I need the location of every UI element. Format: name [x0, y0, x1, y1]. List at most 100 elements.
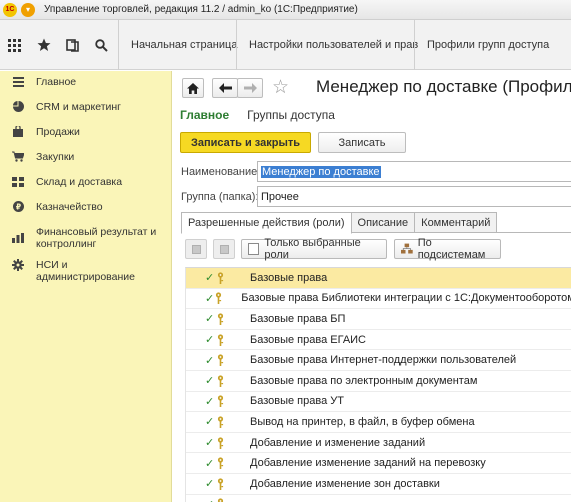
cart-icon: [11, 150, 25, 163]
list-item[interactable]: ✓ Базовые права: [186, 268, 571, 289]
sidebar-item-admin[interactable]: НСИ и администрирование: [0, 254, 171, 287]
list-item[interactable]: ✓ Базовые права по электронным документа…: [186, 371, 571, 392]
check-all-button[interactable]: [185, 239, 207, 259]
search-icon[interactable]: [87, 20, 116, 70]
save-and-close-button[interactable]: Записать и закрыть: [180, 132, 311, 153]
tab-access-groups[interactable]: Группы доступа: [247, 108, 335, 122]
key-icon: [217, 498, 231, 502]
list-item[interactable]: ✓ Базовые права УТ: [186, 392, 571, 413]
key-icon: [217, 375, 231, 387]
form-title: Менеджер по доставке (Профиль гр: [316, 77, 571, 96]
check-icon[interactable]: ✓: [205, 415, 216, 428]
pie-chart-icon: [11, 100, 25, 113]
tab-description[interactable]: Описание: [351, 212, 416, 233]
sidebar-item-label: Финансовый результат и контроллинг: [36, 226, 157, 250]
group-field[interactable]: Прочее: [257, 186, 571, 207]
save-button[interactable]: Записать: [318, 132, 406, 153]
tab-main[interactable]: Главное: [180, 108, 229, 122]
nav-controls: ☆: [182, 78, 289, 98]
list-item[interactable]: ✓ Добавление изменение зон доставки: [186, 474, 571, 495]
sidebar-item-label: Казначейство: [36, 201, 103, 213]
role-name: Базовые права УТ: [250, 395, 344, 408]
list-item[interactable]: ✓ Добавление и изменение заданий: [186, 433, 571, 454]
list-item[interactable]: ✓ Базовые права ЕГАИС: [186, 330, 571, 351]
sidebar-item-purchases[interactable]: Закупки: [0, 146, 171, 171]
sidebar-item-sales[interactable]: Продажи: [0, 121, 171, 146]
title-bar: 1С ▾ Управление торговлей, редакция 11.2…: [0, 0, 571, 20]
role-name: Базовые права Библиотеки интеграции с 1С…: [241, 292, 571, 305]
roles-toolbar: Только выбранные роли По подсистемам: [185, 237, 501, 261]
coin-icon: ₽: [11, 200, 25, 213]
page-tabs: Начальная страница Настройки пользовател…: [118, 20, 571, 70]
form-area: ☆ Менеджер по доставке (Профиль гр Главн…: [172, 71, 571, 502]
list-item[interactable]: ✓ Добавление изменение заданий на перево…: [186, 453, 571, 474]
only-selected-roles-label: Только выбранные роли: [264, 237, 361, 261]
uncheck-all-icon: [219, 244, 229, 254]
check-icon[interactable]: ✓: [205, 271, 216, 284]
by-subsystems-button[interactable]: По подсистемам: [394, 237, 501, 261]
only-selected-roles-button[interactable]: Только выбранные роли: [241, 237, 387, 261]
list-item[interactable]: ✓ Базовые права БП: [186, 309, 571, 330]
history-icon[interactable]: [58, 20, 87, 70]
check-icon[interactable]: ✓: [205, 477, 216, 490]
key-icon: [217, 333, 231, 346]
sidebar-item-label: Продажи: [36, 126, 80, 138]
list-item[interactable]: ✓ Базовые права Интернет-поддержки польз…: [186, 350, 571, 371]
forward-button[interactable]: [237, 78, 263, 98]
check-icon[interactable]: ✓: [205, 312, 216, 325]
role-name: Добавление и изменение заданий: [250, 436, 426, 449]
group-row: Группа (папка): Прочее: [181, 186, 571, 207]
tab-allowed-actions[interactable]: Разрешенные действия (роли): [181, 212, 352, 234]
check-icon[interactable]: ✓: [205, 436, 216, 449]
name-label: Наименование:: [181, 165, 261, 178]
check-icon[interactable]: ✓: [205, 354, 216, 367]
tab-access-group-profiles[interactable]: Профили групп доступа: [414, 20, 571, 70]
sidebar-item-treasury[interactable]: ₽ Казначейство: [0, 196, 171, 221]
list-item[interactable]: ✓ Вывод на принтер, в файл, в буфер обме…: [186, 412, 571, 433]
check-icon[interactable]: ✓: [205, 292, 214, 305]
group-label: Группа (папка):: [181, 190, 259, 203]
list-item[interactable]: ✓: [186, 495, 571, 502]
key-icon: [217, 478, 231, 490]
check-icon[interactable]: ✓: [205, 395, 216, 408]
role-name: Вывод на принтер, в файл, в буфер обмена: [250, 415, 475, 428]
check-icon[interactable]: ✓: [205, 374, 216, 387]
svg-text:₽: ₽: [15, 202, 20, 211]
sidebar-item-warehouse[interactable]: Склад и доставка: [0, 171, 171, 196]
list-item[interactable]: ✓ Базовые права Библиотеки интеграции с …: [186, 289, 571, 310]
shopping-bag-icon: [11, 125, 25, 138]
check-all-icon: [191, 244, 201, 254]
sidebar-item-main[interactable]: Главное: [0, 71, 171, 96]
role-name: Базовые права ЕГАИС: [250, 333, 367, 346]
home-button[interactable]: [182, 78, 204, 98]
tab-home-page[interactable]: Начальная страница: [118, 20, 237, 70]
app-window: 1С ▾ Управление торговлей, редакция 11.2…: [0, 0, 571, 502]
sidebar-item-label: CRM и маркетинг: [36, 101, 122, 113]
arrow-left-icon: [218, 83, 232, 93]
check-icon[interactable]: ✓: [205, 457, 216, 470]
favorites-star-icon[interactable]: [29, 20, 58, 70]
checkbox-icon: [248, 243, 260, 255]
sidebar-item-crm[interactable]: CRM и маркетинг: [0, 96, 171, 121]
tool-icons: [0, 20, 118, 70]
tab-user-settings[interactable]: Настройки пользователей и прав: [236, 20, 418, 70]
sidebar-item-financial-result[interactable]: Финансовый результат и контроллинг: [0, 221, 171, 254]
home-icon: [187, 82, 199, 94]
main-menu-icon[interactable]: ▾: [21, 2, 35, 17]
inner-tabs: Разрешенные действия (роли) Описание Ком…: [181, 212, 571, 234]
gear-icon: [11, 258, 25, 271]
name-field[interactable]: Менеджер по доставке: [257, 161, 571, 182]
check-icon[interactable]: ✓: [205, 333, 216, 346]
app-logo-icon: 1С: [3, 2, 17, 17]
back-button[interactable]: [212, 78, 238, 98]
roles-list: ✓ Базовые права ✓ Базовые права Библиоте…: [185, 267, 571, 502]
tab-comment[interactable]: Комментарий: [415, 212, 498, 233]
apps-grid-icon[interactable]: [0, 20, 29, 70]
uncheck-all-button[interactable]: [213, 239, 235, 259]
check-icon[interactable]: ✓: [205, 498, 216, 502]
key-icon: [217, 436, 231, 449]
role-name: Базовые права Интернет-поддержки пользов…: [250, 354, 517, 367]
favorite-star-icon[interactable]: ☆: [272, 78, 289, 98]
key-icon: [215, 292, 222, 305]
sidebar-item-label: Склад и доставка: [36, 176, 123, 188]
